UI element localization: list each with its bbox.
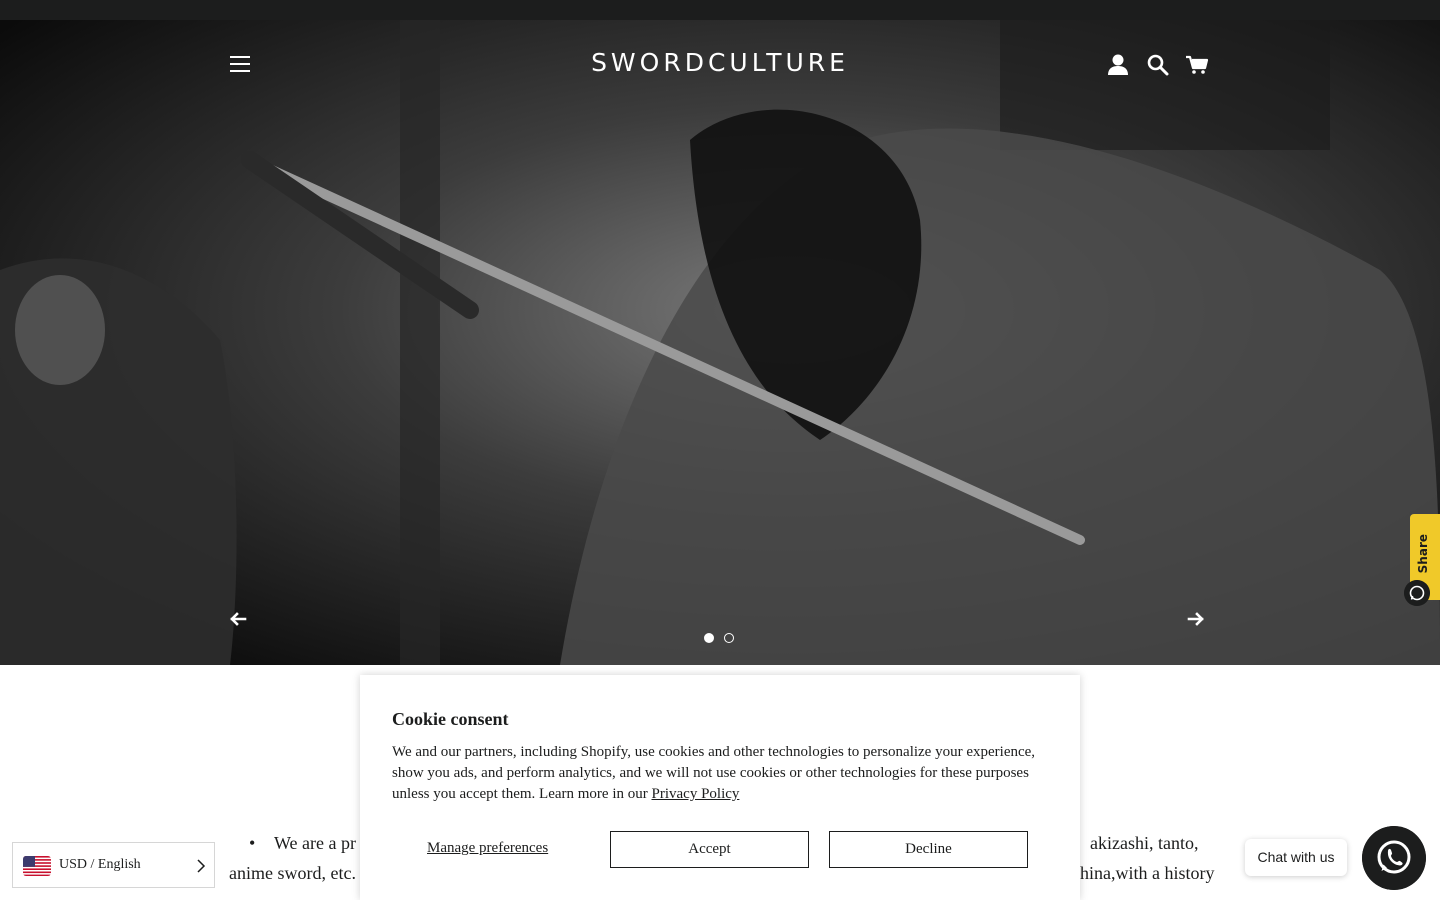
account-icon[interactable] [1105, 52, 1131, 78]
whatsapp-chat-button[interactable] [1362, 826, 1426, 890]
hero-image [0, 20, 1440, 665]
hero-slideshow [0, 20, 1440, 665]
intro-line-2-start: anime sword, etc. [229, 863, 356, 883]
cookie-title: Cookie consent [392, 709, 509, 729]
intro-line-1-end: akizashi, tanto, [1090, 833, 1199, 853]
site-header: SWORDCULTURE [0, 20, 1440, 110]
decline-button[interactable]: Decline [829, 831, 1028, 868]
search-icon[interactable] [1145, 52, 1171, 78]
prev-slide-button[interactable] [225, 606, 251, 632]
next-slide-button[interactable] [1183, 606, 1209, 632]
slide-dot-1[interactable] [704, 633, 714, 643]
cart-icon[interactable] [1184, 52, 1210, 78]
menu-button[interactable] [226, 52, 254, 76]
bullet-icon: • [249, 833, 256, 853]
cookie-body: We and our partners, including Shopify, … [392, 742, 1052, 805]
slide-dots [704, 633, 734, 643]
site-logo[interactable]: SWORDCULTURE [520, 48, 920, 77]
accept-button[interactable]: Accept [610, 831, 809, 868]
privacy-policy-link[interactable]: Privacy Policy [652, 786, 740, 802]
chevron-right-icon [197, 859, 206, 873]
us-flag-icon [23, 856, 51, 876]
share-label: Share [1416, 534, 1430, 574]
intro-line-1-start: We are a pr [274, 833, 356, 853]
slide-dot-2[interactable] [724, 633, 734, 643]
intro-line-2-end: hina,with a history [1080, 863, 1215, 883]
share-whatsapp-icon[interactable] [1404, 580, 1430, 606]
currency-label: USD / English [59, 857, 141, 872]
cookie-consent-dialog: Cookie consent We and our partners, incl… [360, 675, 1080, 900]
manage-preferences-button[interactable]: Manage preferences [427, 840, 548, 857]
cookie-actions: Manage preferences Accept Decline [392, 831, 1048, 868]
chat-label[interactable]: Chat with us [1245, 839, 1347, 876]
currency-language-selector[interactable]: USD / English [12, 842, 215, 888]
announcement-bar [0, 0, 1440, 20]
